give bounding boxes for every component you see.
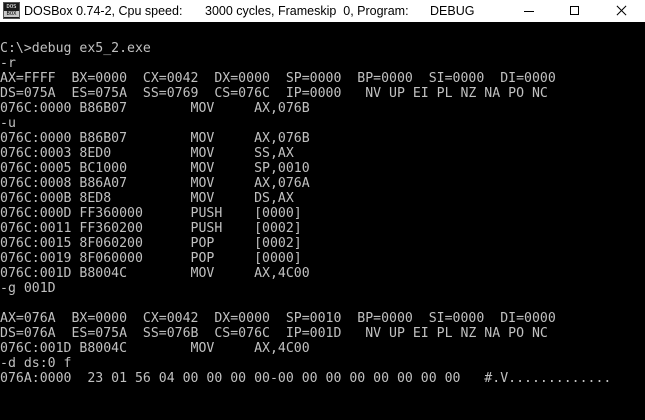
console-line: -u [0, 116, 16, 131]
minimize-icon[interactable] [506, 0, 552, 22]
console-line: 076C:0011 FF360200 PUSH [0002] [0, 221, 302, 236]
console-line: 076C:001D B8004C MOV AX,4C00 [0, 266, 310, 281]
console-line: C:\>debug ex5_2.exe [0, 41, 151, 56]
window-title-app: DOSBox 0.74-2, Cpu speed: [24, 4, 183, 18]
title-bar[interactable]: DOS BOX DOSBox 0.74-2, Cpu speed: 3000 c… [0, 0, 645, 22]
window-title-program: DEBUG [430, 4, 475, 18]
dosbox-app-icon[interactable]: DOS BOX [3, 2, 20, 19]
dos-console-screen[interactable]: C:\>debug ex5_2.exe -r AX=FFFF BX=0000 CX=… [0, 22, 645, 420]
console-line: -g 001D [0, 281, 56, 296]
console-line: -r [0, 56, 16, 71]
close-icon[interactable] [598, 0, 644, 22]
console-line: 076C:0019 8F060000 POP [0000] [0, 251, 302, 266]
console-line: AX=FFFF BX=0000 CX=0042 DX=0000 SP=0000 … [0, 71, 556, 86]
console-line: 076A:0000 23 01 56 04 00 00 00 00-00 00 … [0, 371, 612, 386]
console-line: 076C:000D FF360000 PUSH [0000] [0, 206, 302, 221]
console-line: AX=076A BX=0000 CX=0042 DX=0000 SP=0010 … [0, 311, 556, 326]
app-icon-text-top: DOS [6, 4, 17, 10]
console-line: 076C:001D B8004C MOV AX,4C00 [0, 341, 310, 356]
window-title-cycles: 3000 cycles, Frameskip 0, Program: [205, 4, 409, 18]
console-line: 076C:0005 BC1000 MOV SP,0010 [0, 161, 310, 176]
console-line: 076C:0008 B86A07 MOV AX,076A [0, 176, 310, 191]
console-line: 076C:000B 8ED8 MOV DS,AX [0, 191, 294, 206]
app-icon-text-bottom: BOX [4, 11, 19, 17]
console-line: 076C:0000 B86B07 MOV AX,076B [0, 101, 310, 116]
console-line: DS=075A ES=075A SS=0769 CS=076C IP=0000 … [0, 86, 548, 101]
dosbox-window: DOS BOX DOSBox 0.74-2, Cpu speed: 3000 c… [0, 0, 645, 420]
console-line: 076C:0015 8F060200 POP [0002] [0, 236, 302, 251]
console-line: -d ds:0 f [0, 356, 72, 371]
console-line: 076C:0000 B86B07 MOV AX,076B [0, 131, 310, 146]
maximize-icon[interactable] [552, 0, 598, 22]
console-line: DS=076A ES=075A SS=076B CS=076C IP=001D … [0, 326, 548, 341]
console-line: 076C:0003 8ED0 MOV SS,AX [0, 146, 294, 161]
